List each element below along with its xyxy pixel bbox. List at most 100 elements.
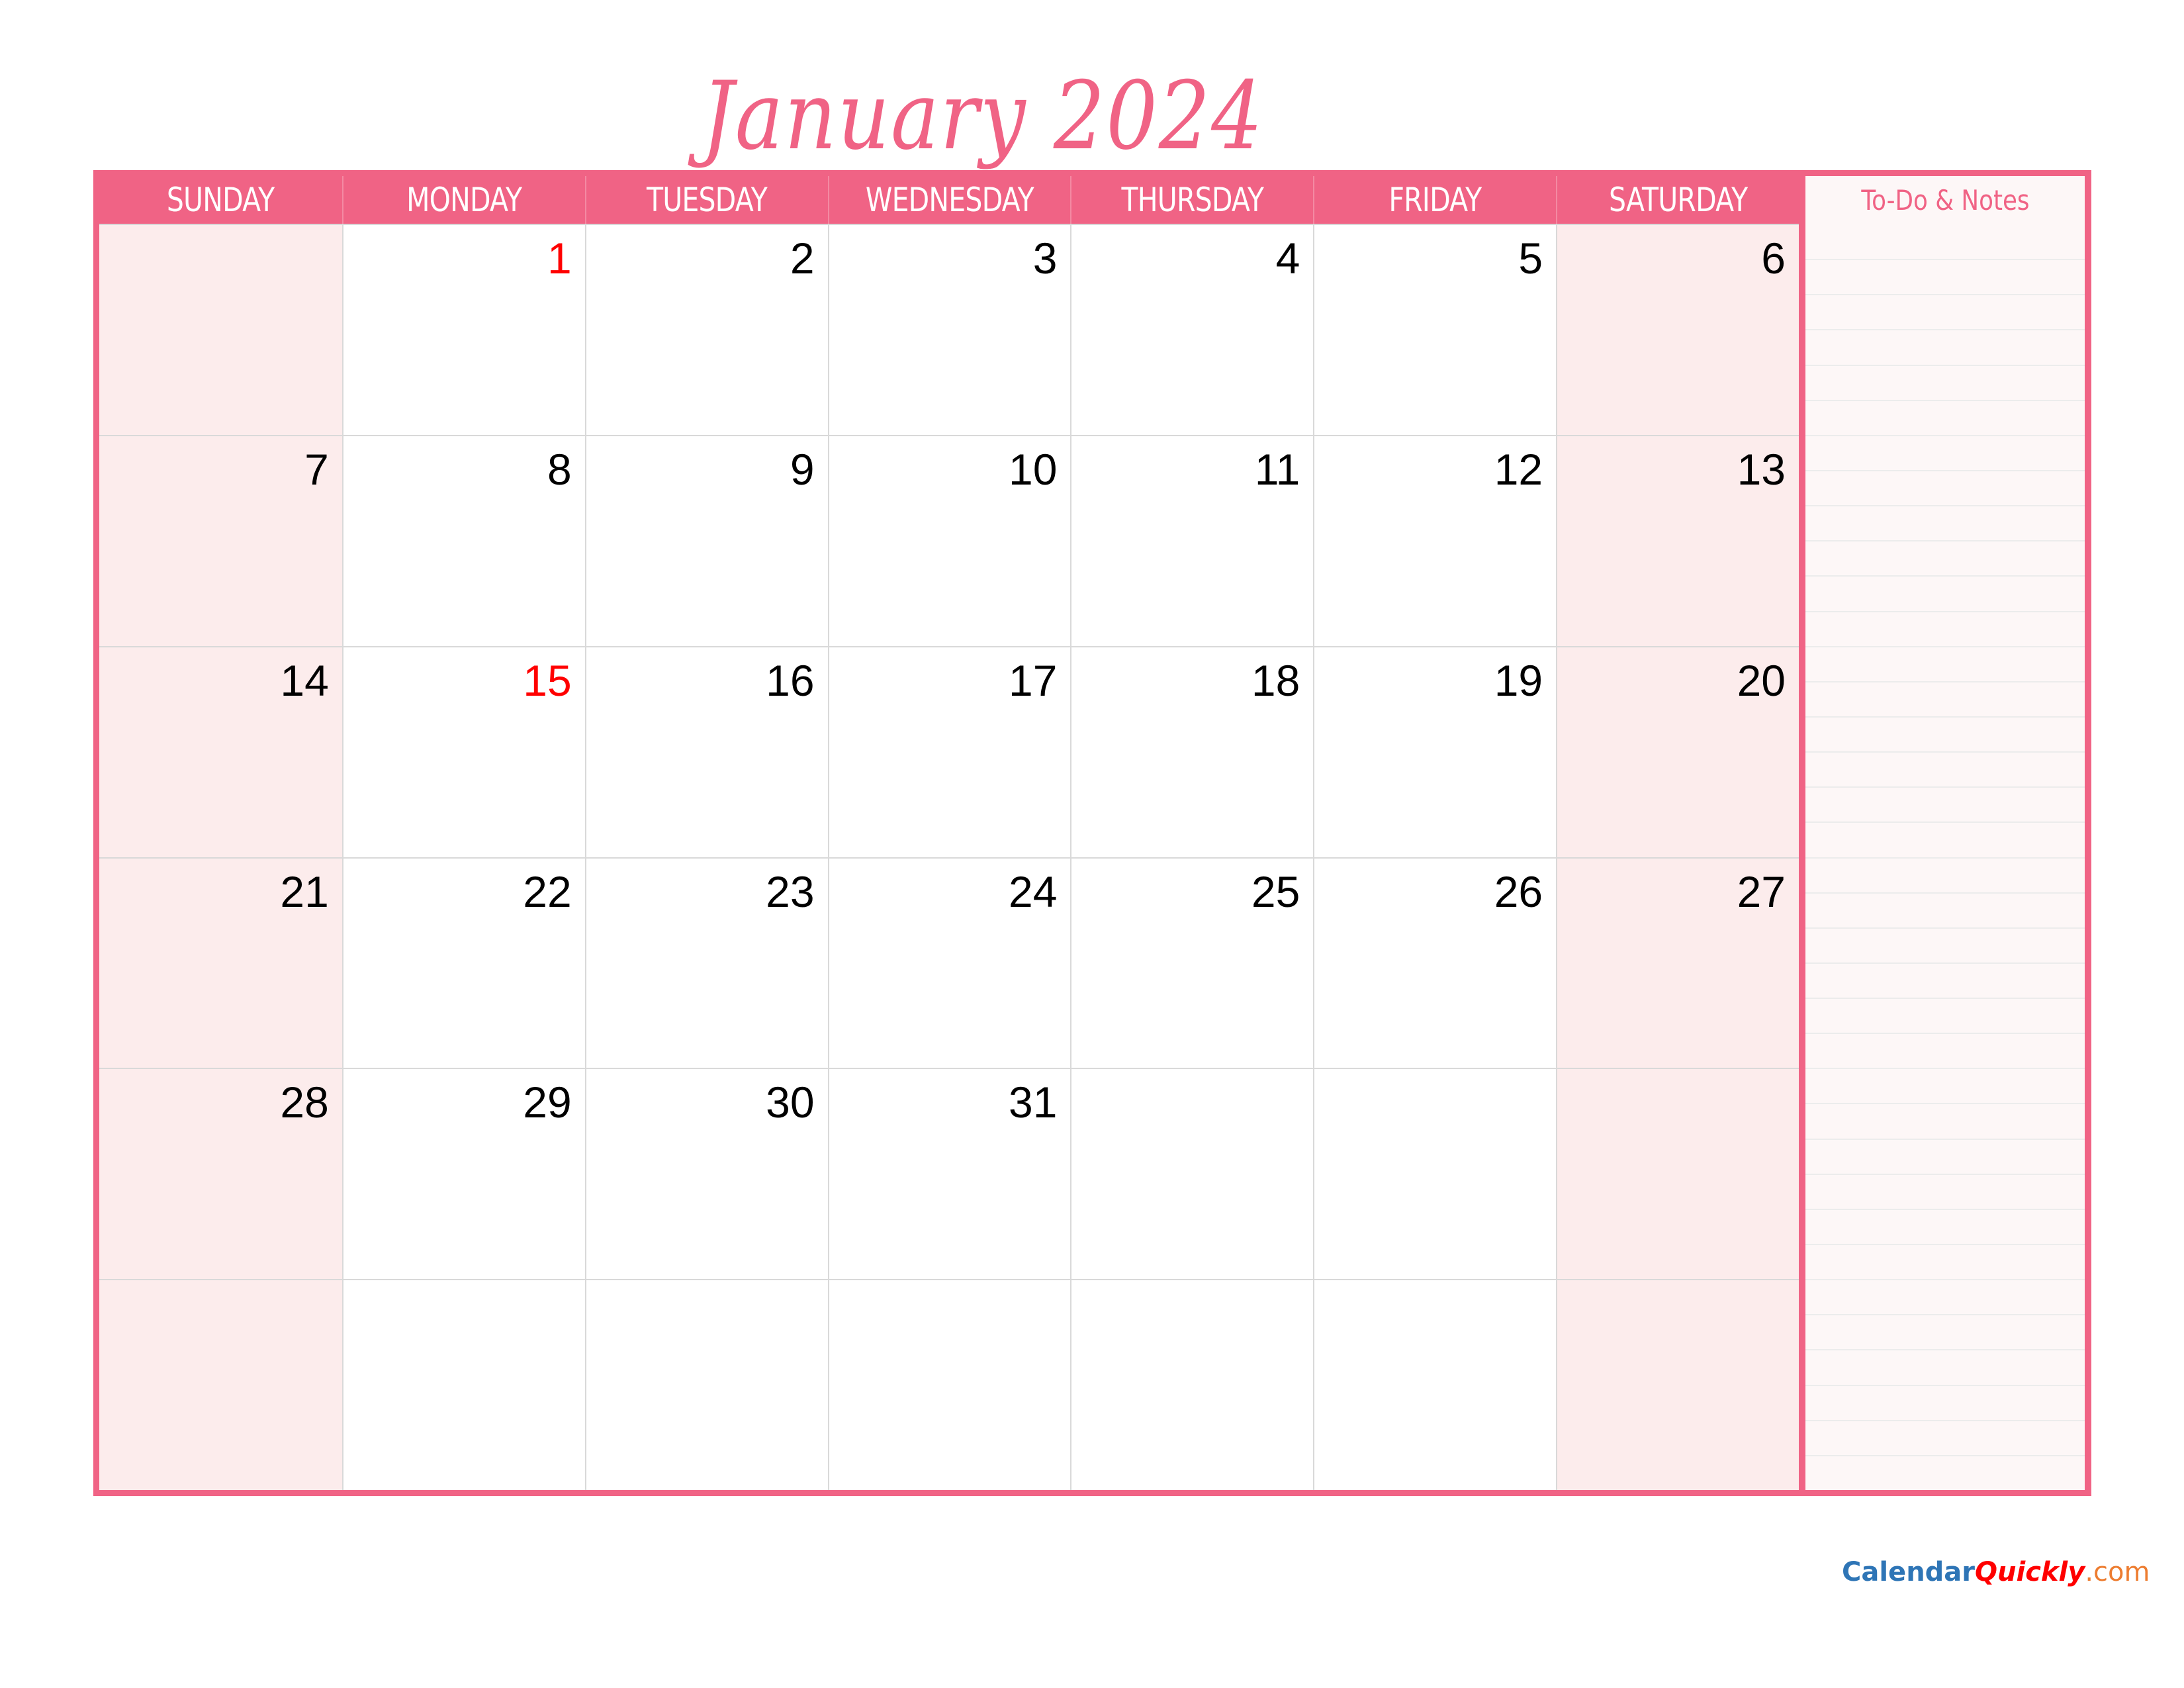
- empty-day-cell[interactable]: [827, 1279, 1071, 1490]
- note-line[interactable]: [1805, 998, 2085, 1000]
- day-cell-25[interactable]: 25: [1070, 857, 1314, 1068]
- weekday-header-friday: FRIDAY: [1313, 176, 1557, 224]
- day-cell-14[interactable]: 14: [99, 645, 342, 857]
- note-line[interactable]: [1805, 505, 2085, 507]
- day-cell-1[interactable]: 1: [341, 224, 585, 435]
- note-line[interactable]: [1805, 1138, 2085, 1140]
- empty-day-cell[interactable]: [99, 224, 342, 435]
- note-line[interactable]: [1805, 751, 2085, 753]
- empty-day-cell[interactable]: [1313, 1279, 1557, 1490]
- date-number: 31: [1009, 1078, 1058, 1127]
- empty-day-cell[interactable]: [341, 1279, 585, 1490]
- date-number: 13: [1737, 444, 1786, 494]
- notes-lines: [1805, 224, 2085, 1490]
- note-line[interactable]: [1805, 927, 2085, 929]
- note-line[interactable]: [1805, 962, 2085, 964]
- day-cell-15[interactable]: 15: [341, 645, 585, 857]
- note-line[interactable]: [1805, 540, 2085, 542]
- day-cell-3[interactable]: 3: [827, 224, 1071, 435]
- day-cell-27[interactable]: 27: [1556, 857, 1799, 1068]
- day-cell-29[interactable]: 29: [341, 1068, 585, 1280]
- holiday-date-number: 15: [523, 655, 572, 705]
- note-line[interactable]: [1805, 716, 2085, 718]
- day-cell-17[interactable]: 17: [827, 645, 1071, 857]
- note-line[interactable]: [1805, 1033, 2085, 1035]
- empty-day-cell[interactable]: [1313, 1068, 1557, 1280]
- day-cell-26[interactable]: 26: [1313, 857, 1557, 1068]
- date-number: 25: [1251, 867, 1300, 916]
- date-number: 2: [790, 234, 815, 283]
- day-cell-22[interactable]: 22: [341, 857, 585, 1068]
- day-cell-31[interactable]: 31: [827, 1068, 1071, 1280]
- date-number: 22: [523, 867, 572, 916]
- empty-day-cell[interactable]: [1070, 1068, 1314, 1280]
- note-line[interactable]: [1805, 1068, 2085, 1070]
- day-cell-6[interactable]: 6: [1556, 224, 1799, 435]
- date-number: 20: [1737, 655, 1786, 705]
- note-line[interactable]: [1805, 821, 2085, 823]
- day-cell-23[interactable]: 23: [584, 857, 828, 1068]
- note-line[interactable]: [1805, 1349, 2085, 1351]
- empty-day-cell[interactable]: [1556, 1279, 1799, 1490]
- day-cell-4[interactable]: 4: [1070, 224, 1314, 435]
- weekday-header-saturday: SATURDAY: [1556, 176, 1799, 224]
- note-line[interactable]: [1805, 1173, 2085, 1175]
- day-cell-13[interactable]: 13: [1556, 434, 1799, 646]
- day-cell-10[interactable]: 10: [827, 434, 1071, 646]
- holiday-date-number: 1: [547, 234, 572, 283]
- day-cell-21[interactable]: 21: [99, 857, 342, 1068]
- note-line[interactable]: [1805, 1384, 2085, 1386]
- day-cell-20[interactable]: 20: [1556, 645, 1799, 857]
- empty-day-cell[interactable]: [584, 1279, 828, 1490]
- day-cell-19[interactable]: 19: [1313, 645, 1557, 857]
- date-number: 6: [1761, 234, 1786, 283]
- day-cell-12[interactable]: 12: [1313, 434, 1557, 646]
- empty-day-cell[interactable]: [1556, 1068, 1799, 1280]
- note-line[interactable]: [1805, 786, 2085, 788]
- note-line[interactable]: [1805, 1279, 2085, 1281]
- weekday-label: SATURDAY: [1608, 181, 1748, 219]
- day-cell-7[interactable]: 7: [99, 434, 342, 646]
- weekday-label: THURSDAY: [1121, 181, 1264, 219]
- note-line[interactable]: [1805, 575, 2085, 577]
- date-number: 9: [790, 444, 815, 494]
- date-number: 14: [280, 655, 329, 705]
- date-number: 10: [1009, 444, 1058, 494]
- empty-day-cell[interactable]: [1070, 1279, 1314, 1490]
- day-cell-30[interactable]: 30: [584, 1068, 828, 1280]
- note-line[interactable]: [1805, 1244, 2085, 1246]
- day-cell-24[interactable]: 24: [827, 857, 1071, 1068]
- empty-day-cell[interactable]: [99, 1279, 342, 1490]
- note-line[interactable]: [1805, 364, 2085, 366]
- date-number: 5: [1518, 234, 1543, 283]
- day-cell-28[interactable]: 28: [99, 1068, 342, 1280]
- note-line[interactable]: [1805, 294, 2085, 296]
- day-cell-8[interactable]: 8: [341, 434, 585, 646]
- weekday-label: TUESDAY: [647, 181, 768, 219]
- day-cell-16[interactable]: 16: [584, 645, 828, 857]
- note-line[interactable]: [1805, 1103, 2085, 1105]
- day-cell-2[interactable]: 2: [584, 224, 828, 435]
- note-line[interactable]: [1805, 610, 2085, 612]
- note-line[interactable]: [1805, 645, 2085, 647]
- note-line[interactable]: [1805, 329, 2085, 331]
- note-line[interactable]: [1805, 680, 2085, 682]
- footer-logo[interactable]: CalendarQuickly.com: [1842, 1556, 2150, 1589]
- note-line[interactable]: [1805, 857, 2085, 859]
- day-cell-18[interactable]: 18: [1070, 645, 1314, 857]
- date-number: 29: [523, 1078, 572, 1127]
- note-line[interactable]: [1805, 469, 2085, 471]
- note-line[interactable]: [1805, 1419, 2085, 1421]
- calendar-grid: SUNDAY MONDAY TUESDAY WEDNESDAY THURSDAY FRID…: [99, 176, 1799, 1490]
- day-cell-5[interactable]: 5: [1313, 224, 1557, 435]
- note-line[interactable]: [1805, 892, 2085, 894]
- note-line[interactable]: [1805, 1314, 2085, 1316]
- note-line[interactable]: [1805, 1454, 2085, 1456]
- date-number: 19: [1494, 655, 1543, 705]
- note-line[interactable]: [1805, 434, 2085, 436]
- note-line[interactable]: [1805, 259, 2085, 261]
- note-line[interactable]: [1805, 1208, 2085, 1210]
- note-line[interactable]: [1805, 399, 2085, 401]
- day-cell-11[interactable]: 11: [1070, 434, 1314, 646]
- day-cell-9[interactable]: 9: [584, 434, 828, 646]
